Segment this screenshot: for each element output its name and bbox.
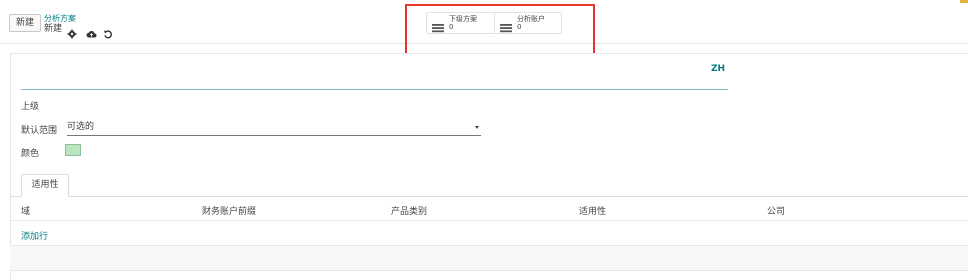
gear-icon[interactable] — [67, 24, 77, 39]
table-empty-row — [10, 246, 968, 270]
default-scope-select[interactable]: 可选的 — [67, 121, 481, 136]
column-header-applicability[interactable]: 适用性 — [579, 204, 606, 217]
new-button[interactable]: 新建 — [9, 14, 41, 32]
undo-icon[interactable] — [103, 24, 113, 39]
table-divider — [10, 270, 968, 271]
default-scope-value: 可选的 — [67, 122, 95, 132]
tab-applicability[interactable]: 适用性 — [21, 174, 69, 197]
cloud-upload-icon[interactable] — [86, 24, 97, 38]
column-header-product-category[interactable]: 产品类别 — [391, 204, 427, 217]
tab-bar — [10, 196, 968, 197]
column-header-account-prefix[interactable]: 财务账户前缀 — [202, 204, 256, 217]
name-input[interactable] — [21, 89, 728, 90]
default-scope-label: 默认范围 — [21, 126, 58, 136]
caret-down-icon — [475, 126, 479, 129]
column-header-domain[interactable]: 域 — [21, 204, 30, 217]
breadcrumb-analytic-plans[interactable]: 分析方案 — [44, 14, 76, 23]
language-tag[interactable]: ZH — [711, 64, 725, 74]
column-header-company[interactable]: 公司 — [767, 204, 785, 217]
record-name: 新建 — [44, 24, 63, 34]
table-divider — [10, 220, 968, 221]
highlight-box — [405, 4, 595, 56]
add-line-link[interactable]: 添加行 — [21, 229, 48, 242]
corner-mark — [960, 0, 968, 3]
color-label: 颜色 — [21, 149, 40, 159]
parent-label: 上级 — [21, 102, 40, 112]
color-swatch[interactable] — [65, 144, 81, 156]
